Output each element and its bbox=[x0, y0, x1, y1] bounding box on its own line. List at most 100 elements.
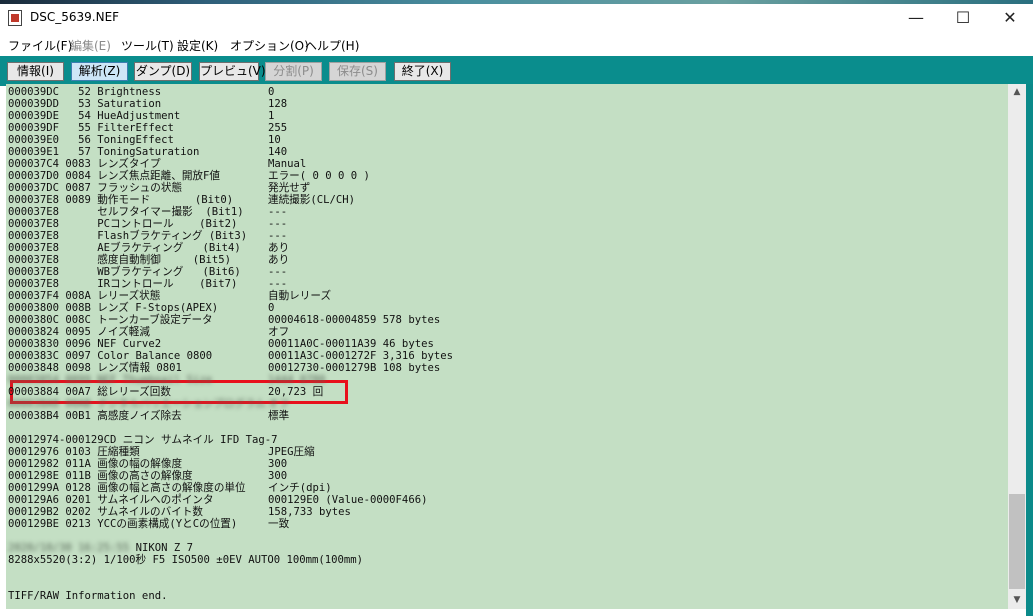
line-left-text: 000037E8 WBブラケティング (Bit6) bbox=[8, 266, 241, 278]
line-left-text: 00012974-000129CD ニコン サムネイル IFD Tag-7 bbox=[8, 434, 278, 446]
line-left-text: 000037E8 0089 動作モード (Bit0) bbox=[8, 194, 234, 206]
output-line: 000037E8 IRコントロール (Bit7) --- bbox=[8, 278, 287, 290]
line-right-text: 0 bbox=[268, 302, 275, 314]
line-left-text: 00012976 0103 圧縮種類 bbox=[8, 446, 140, 458]
line-left-text: 00003848 0098 レンズ情報 0801 bbox=[8, 362, 182, 374]
line-left-text: 000037DC 0087 フラッシュの状態 bbox=[8, 182, 183, 194]
menu-options[interactable]: オプション(O) bbox=[230, 37, 309, 54]
line-left-text: 000038A8 00AB デジタルバリエーションプログラム bbox=[8, 398, 266, 410]
output-line: 000039DE 54 HueAdjustment 1 bbox=[8, 110, 274, 122]
minimize-button[interactable]: — bbox=[893, 4, 939, 32]
line-left-text: 0001298E 011B 画像の高さの解像度 bbox=[8, 470, 193, 482]
scroll-up-icon[interactable]: ▲ bbox=[1008, 84, 1026, 101]
line-left-text: 00012982 011A 画像の幅の解像度 bbox=[8, 458, 183, 470]
output-line: 000039E0 56 ToningEffect 10 bbox=[8, 134, 281, 146]
line-left-text: 000039DF 55 FilterEffect bbox=[8, 122, 174, 134]
line-right-text: 300 bbox=[268, 458, 288, 470]
line-left-text: 000039DC 52 Brightness bbox=[8, 86, 162, 98]
output-line: 2020/10/30 16:25:55 NIKON Z 7 bbox=[8, 542, 193, 554]
save-button[interactable]: 保存(S) bbox=[329, 62, 386, 81]
output-line: 000037E8 WBブラケティング (Bit6) --- bbox=[8, 266, 287, 278]
output-line: 000038A8 00AB デジタルバリエーションプログラム オフ bbox=[8, 398, 289, 410]
scroll-down-icon[interactable]: ▼ bbox=[1008, 592, 1026, 609]
line-right-text: 00004618-00004859 578 bytes bbox=[268, 314, 441, 326]
line-left-text: 2020/10/30 16:25:55 bbox=[8, 542, 130, 554]
line-left-text: 000037F4 008A レリーズ状態 bbox=[8, 290, 161, 302]
line-right-text: 000129E0 (Value-0000F466) bbox=[268, 494, 428, 506]
line-right-text: 158,733 bytes bbox=[268, 506, 351, 518]
line-right-text: 0 bbox=[268, 86, 275, 98]
maximize-button[interactable]: ☐ bbox=[940, 4, 986, 32]
output-line: 8288x5520(3:2) 1/100秒 F5 ISO500 ±0EV AUT… bbox=[8, 554, 363, 566]
line-right-text: --- bbox=[268, 218, 288, 230]
preview-button[interactable]: プレビュ(V) bbox=[199, 62, 266, 81]
output-line: TIFF/RAW Information end. bbox=[8, 590, 167, 602]
line-right-text: あり bbox=[268, 254, 290, 266]
output-line: 000037D0 0084 レンズ焦点距離、開放F値 エラー( 0 0 0 0 ) bbox=[8, 170, 370, 182]
line-right-text: 自動レリーズ bbox=[268, 290, 332, 302]
output-line: 00003848 0098 レンズ情報 0801 00012730-0001279… bbox=[8, 362, 440, 374]
line-left-text: TIFF/RAW Information end. bbox=[8, 590, 168, 602]
analyze-button[interactable]: 解析(Z) bbox=[71, 62, 128, 81]
line-right-text: 連続撮影(CL/CH) bbox=[268, 194, 356, 206]
line-right-text: --- bbox=[268, 230, 288, 242]
output-line: 00012976 0103 圧縮種類 JPEG圧縮 bbox=[8, 446, 315, 458]
menu-edit[interactable]: 編集(E) bbox=[70, 37, 111, 54]
line-right-text: 20,723 回 bbox=[268, 386, 324, 398]
line-right-text: --- bbox=[268, 266, 288, 278]
line-left-text: 000039DD 53 Saturation bbox=[8, 98, 162, 110]
scroll-thumb[interactable] bbox=[1009, 494, 1025, 589]
line-left-text: 000038B4 00B1 高感度ノイズ除去 bbox=[8, 410, 182, 422]
line-right-text: 255 bbox=[268, 122, 288, 134]
output-line: 0000383C 0097 Color Balance 0800 00011A3C… bbox=[8, 350, 453, 362]
output-line: 000037E8 セルフタイマー撮影 (Bit1) --- bbox=[8, 206, 287, 218]
line-right-text: あり bbox=[268, 242, 290, 254]
info-button[interactable]: 情報(I) bbox=[7, 62, 64, 81]
split-button[interactable]: 分割(P) bbox=[265, 62, 322, 81]
menu-file[interactable]: ファイル(F) bbox=[8, 37, 72, 54]
line-right-text: オフ bbox=[268, 326, 290, 338]
output-line: 000039E1 57 ToningSaturation 140 bbox=[8, 146, 287, 158]
title-bar: DSC_5639.NEF — ☐ ✕ bbox=[0, 4, 1033, 32]
menu-settings[interactable]: 設定(K) bbox=[177, 37, 218, 54]
line-left-text: 000039E0 56 ToningEffect bbox=[8, 134, 174, 146]
line-right-text: Manual bbox=[268, 158, 307, 170]
line-right-text: インチ(dpi) bbox=[268, 482, 332, 494]
line-left-text: 0000383C 0097 Color Balance 0800 bbox=[8, 350, 213, 362]
output-line: 000037E8 0089 動作モード (Bit0) 連続撮影(CL/CH) bbox=[8, 194, 355, 206]
window-edge bbox=[1026, 84, 1033, 616]
line-left-text: 8288x5520(3:2) 1/100秒 F5 ISO500 ±0EV AUT… bbox=[8, 554, 364, 566]
output-line: 000037E8 PCコントロール (Bit2) --- bbox=[8, 218, 287, 230]
line-left-text: 000037E8 感度自動制御 (Bit5) bbox=[8, 254, 232, 266]
output-line: 000038B4 00B1 高感度ノイズ除去 標準 bbox=[8, 410, 289, 422]
line-right-text: 00011A3C-0001272F 3,316 bytes bbox=[268, 350, 453, 362]
menu-tools[interactable]: ツール(T) bbox=[121, 37, 174, 54]
line-right-text: 00012730-0001279B 108 bytes bbox=[268, 362, 441, 374]
close-button[interactable]: ✕ bbox=[987, 4, 1033, 32]
line-right-text: 300 bbox=[268, 470, 288, 482]
line-left-text: 000039DE 54 HueAdjustment bbox=[8, 110, 181, 122]
output-line: 0001299A 0128 画像の幅と高さの解像度の単位 インチ(dpi) bbox=[8, 482, 332, 494]
line-left-text: 000037C4 0083 レンズタイプ bbox=[8, 158, 161, 170]
line-right-text: JPEG圧縮 bbox=[268, 446, 315, 458]
line-left-text: 0000380C 008C トーンカーブ設定データ bbox=[8, 314, 213, 326]
line-right-text: 128 bbox=[268, 98, 288, 110]
line-left-text: 00003884 00A7 総レリーズ回数 bbox=[8, 386, 171, 398]
vertical-scrollbar[interactable]: ▲ ▼ bbox=[1008, 84, 1026, 609]
line-right-text: --- bbox=[268, 278, 288, 290]
output-text-area[interactable]: 000039DC 52 Brightness 0 000039DD 53 Satur… bbox=[6, 84, 1008, 609]
line-left-text: 00003800 008B レンズ F-Stops(APEX) bbox=[8, 302, 219, 314]
line-right-text: --- bbox=[268, 206, 288, 218]
menu-help[interactable]: ヘルプ(H) bbox=[305, 37, 359, 54]
line-right-text: 一致 bbox=[268, 518, 290, 530]
line-right-text: 発光せず bbox=[268, 182, 311, 194]
dump-button[interactable]: ダンプ(D) bbox=[134, 62, 192, 81]
exit-button[interactable]: 終了(X) bbox=[394, 62, 451, 81]
line-right-text: 140 bbox=[268, 146, 288, 158]
line-right-text: 00011A0C-00011A39 46 bytes bbox=[268, 338, 434, 350]
line-left-text: 000037E8 IRコントロール (Bit7) bbox=[8, 278, 238, 290]
output-line: 00003830 0096 NEF Curve2 00011A0C-00011A3… bbox=[8, 338, 434, 350]
line-left-text: 000037E8 Flashブラケティング (Bit3) bbox=[8, 230, 248, 242]
output-line: 000037E8 Flashブラケティング (Bit3) --- bbox=[8, 230, 287, 242]
output-line: 00003824 0095 ノイズ軽減 オフ bbox=[8, 326, 289, 338]
